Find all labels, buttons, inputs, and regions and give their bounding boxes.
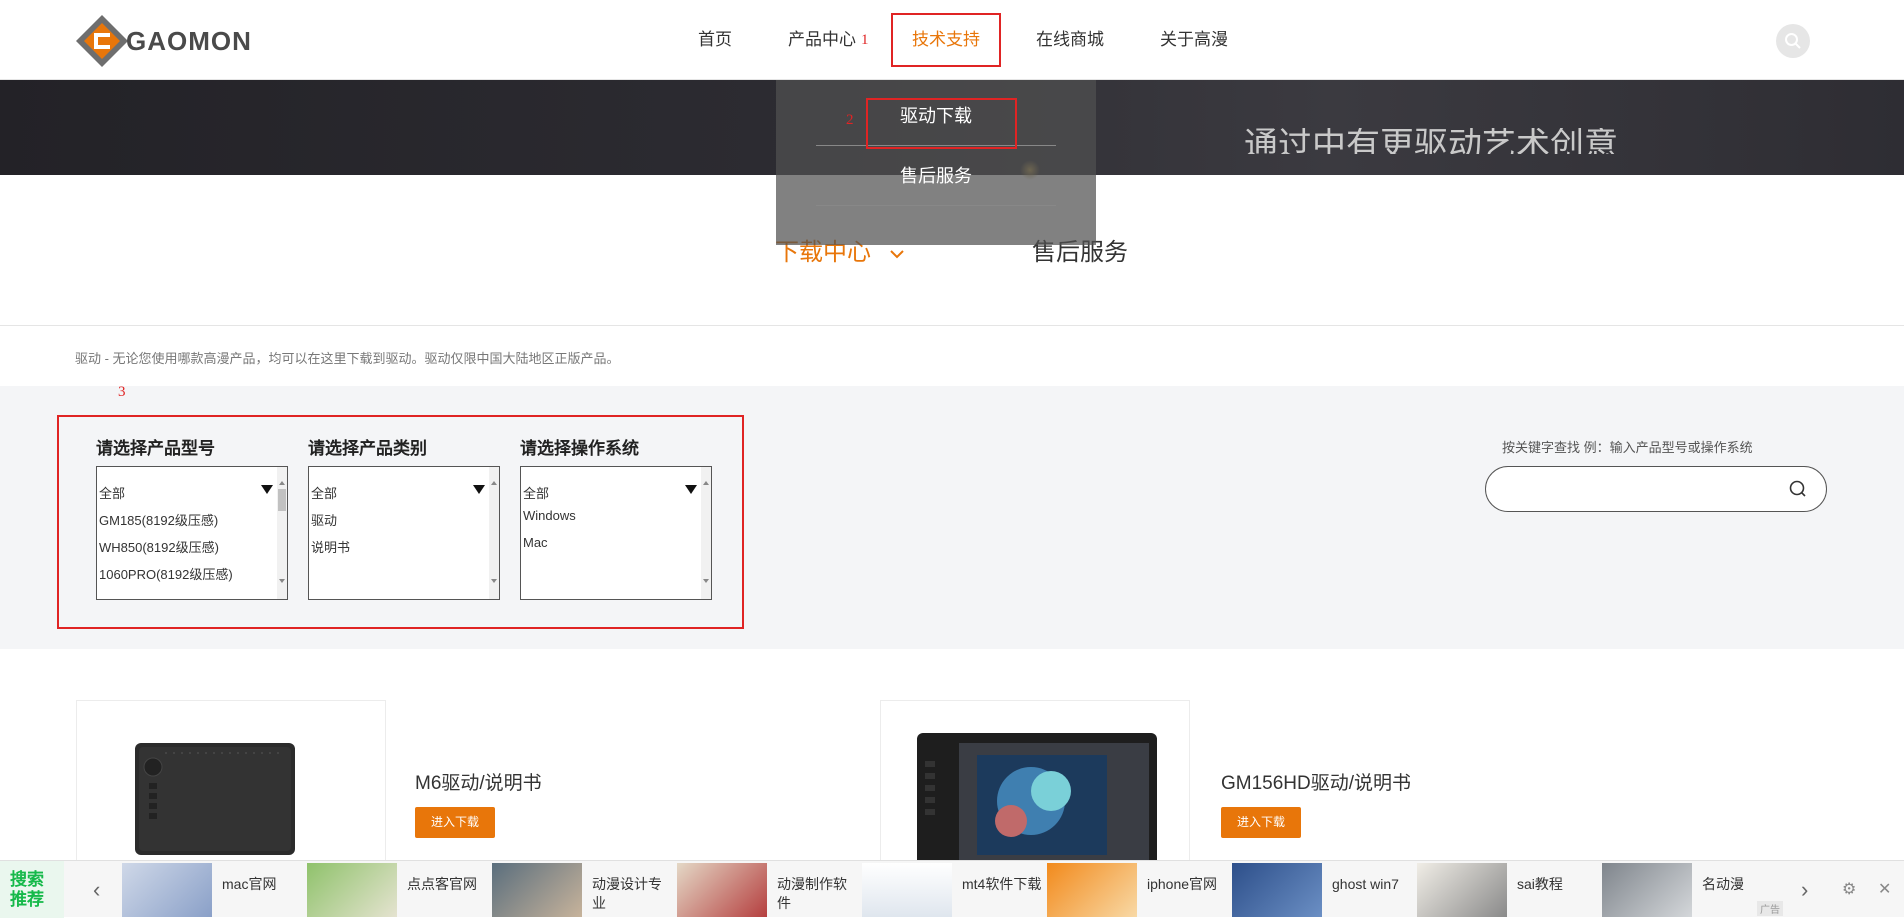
ad-item[interactable]: iphone官网	[1047, 863, 1232, 917]
os-select[interactable]: 全部 Windows Mac	[520, 466, 712, 600]
ad-badge: 广告	[1757, 901, 1783, 916]
chevron-down-icon	[889, 250, 904, 259]
annotation-label-2: 2	[846, 112, 854, 128]
filter-category-label: 请选择产品类别	[308, 439, 427, 458]
ad-thumbnail	[1602, 863, 1692, 917]
nav-tech-support[interactable]: 技术支持	[884, 0, 1008, 80]
keyword-search-input[interactable]	[1485, 466, 1827, 512]
ad-header-line1: 搜索	[10, 870, 44, 889]
ad-thumbnail	[1232, 863, 1322, 917]
model-option[interactable]: GM185(8192级压感)	[99, 510, 218, 529]
ad-item-label: mac官网	[222, 876, 277, 892]
nav-shop[interactable]: 在线商城	[1008, 0, 1132, 80]
annotation-label-3: 3	[118, 384, 126, 400]
filter-os: 请选择操作系统 全部 Windows Mac	[520, 434, 712, 600]
model-select[interactable]: 全部 GM185(8192级压感) WH850(8192级压感) 1060PRO…	[96, 466, 288, 600]
category-option[interactable]: 全部	[311, 483, 337, 502]
scroll-down-icon	[491, 579, 497, 583]
ad-item[interactable]: 动漫设计专业	[492, 863, 677, 917]
nav-home[interactable]: 首页	[670, 0, 760, 80]
model-option[interactable]: 1060PRO(8192级压感)	[99, 564, 233, 583]
scroll-down-icon	[703, 579, 709, 583]
ad-thumbnail	[677, 863, 767, 917]
scroll-down-icon	[279, 579, 285, 583]
ad-thumbnail	[1417, 863, 1507, 917]
ad-item[interactable]: ghost win7	[1232, 863, 1417, 917]
gear-icon[interactable]: ⚙	[1842, 879, 1856, 899]
close-icon[interactable]: ✕	[1878, 879, 1891, 899]
search-recommend-bar: 搜索 推荐 ‹ mac官网 点点客官网 动漫设计专业 动漫制作软件 mt4软件下…	[0, 860, 1904, 918]
divider	[0, 325, 1904, 326]
annotation-box-1	[891, 13, 1001, 67]
filter-model: 请选择产品型号 全部 GM185(8192级压感) WH850(8192级压感)…	[96, 434, 288, 600]
ad-item[interactable]: mac官网	[122, 863, 307, 917]
ad-thumbnail	[1047, 863, 1137, 917]
dropdown-arrow-icon	[685, 485, 697, 494]
scroll-up-icon	[279, 481, 285, 485]
category-select[interactable]: 全部 驱动 说明书	[308, 466, 500, 600]
os-option[interactable]: Windows	[523, 508, 576, 523]
search-icon[interactable]	[1787, 478, 1809, 500]
product-name-gm156hd[interactable]: GM156HD驱动/说明书	[1221, 768, 1411, 795]
download-button-gm156hd[interactable]: 进入下载	[1221, 807, 1301, 838]
model-scrollbar[interactable]	[277, 467, 287, 599]
category-scrollbar[interactable]	[489, 467, 499, 599]
ad-item-label: 动漫制作软件	[777, 876, 847, 911]
ad-item-label: 点点客官网	[407, 876, 477, 892]
gaomon-logo-icon	[76, 15, 128, 67]
driver-description: 驱动 - 无论您使用哪款高漫产品，均可以在这里下载到驱动。驱动仅限中国大陆地区正…	[75, 351, 620, 366]
main-nav: 首页 产品中心 技术支持 在线商城 关于高漫	[670, 0, 1256, 80]
ad-header: 搜索 推荐	[0, 861, 64, 918]
scroll-thumb[interactable]	[278, 489, 286, 511]
ad-thumbnail	[862, 863, 952, 917]
ad-item-label: iphone官网	[1147, 876, 1218, 892]
ad-item-label: sai教程	[1517, 876, 1563, 892]
dropdown-arrow-icon	[261, 485, 273, 494]
ad-thumbnail	[492, 863, 582, 917]
dropdown-arrow-icon	[473, 485, 485, 494]
header-search-button[interactable]	[1776, 24, 1810, 58]
ad-item[interactable]: 动漫制作软件	[677, 863, 862, 917]
download-button-m6[interactable]: 进入下载	[415, 807, 495, 838]
logo-text: GAOMON	[126, 25, 252, 56]
nav-about[interactable]: 关于高漫	[1132, 0, 1256, 80]
category-option[interactable]: 驱动	[311, 510, 337, 529]
ad-item-label: 名动漫	[1702, 876, 1744, 892]
filter-model-label: 请选择产品型号	[96, 439, 215, 458]
search-icon	[1785, 33, 1801, 49]
dropdown-after-sales[interactable]: 售后服务	[816, 146, 1056, 206]
ad-item[interactable]: sai教程	[1417, 863, 1602, 917]
category-option[interactable]: 说明书	[311, 537, 350, 556]
os-scrollbar[interactable]	[701, 467, 711, 599]
ad-item-label: 动漫设计专业	[592, 876, 662, 911]
ad-item[interactable]: 点点客官网	[307, 863, 492, 917]
ad-thumbnail	[122, 863, 212, 917]
ad-item[interactable]: mt4软件下载	[862, 863, 1047, 917]
scroll-up-icon	[491, 481, 497, 485]
product-name-m6[interactable]: M6驱动/说明书	[415, 768, 542, 795]
model-option[interactable]: 全部	[99, 483, 125, 502]
gaomon-logo[interactable]: GAOMON	[74, 13, 284, 69]
ad-thumbnail	[307, 863, 397, 917]
os-option[interactable]: 全部	[523, 483, 549, 502]
filter-category: 请选择产品类别 全部 驱动 说明书	[308, 434, 500, 600]
banner-text: 通过中有更驱动艺术创意	[1244, 128, 1618, 154]
ad-header-line2: 推荐	[10, 890, 44, 909]
keyword-search-label: 按关键字查找 例：输入产品型号或操作系统	[1502, 440, 1753, 455]
ad-prev-arrow-icon[interactable]: ‹	[93, 877, 100, 903]
ad-item-label: mt4软件下载	[962, 876, 1042, 892]
scroll-up-icon	[703, 481, 709, 485]
ad-item-label: ghost win7	[1332, 876, 1399, 892]
annotation-label-1: 1	[861, 32, 869, 48]
site-header: GAOMON 首页 产品中心 技术支持 在线商城 关于高漫 1	[0, 0, 1904, 80]
ad-next-arrow-icon[interactable]: ›	[1801, 877, 1808, 903]
filter-os-label: 请选择操作系统	[520, 439, 639, 458]
annotation-box-2	[866, 98, 1017, 149]
os-option[interactable]: Mac	[523, 535, 548, 550]
model-option[interactable]: WH850(8192级压感)	[99, 537, 219, 556]
